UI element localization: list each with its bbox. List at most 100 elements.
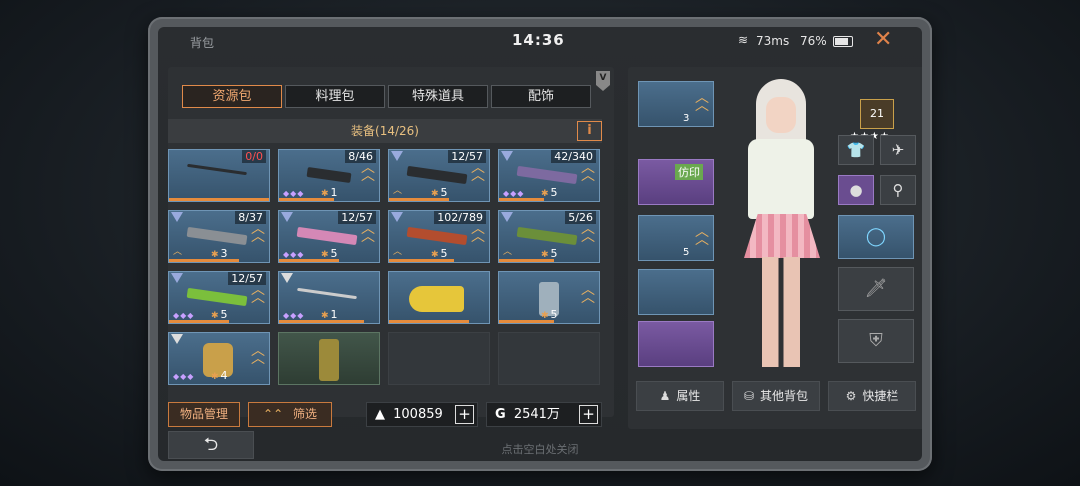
- add-gold-button[interactable]: +: [579, 405, 598, 424]
- armor-slot[interactable]: ︿ ︿ 5: [638, 215, 714, 261]
- battery-icon: [833, 36, 853, 47]
- upgrade-chevron-icon: ︿ ︿: [695, 90, 709, 114]
- quality-badge-icon: [281, 273, 293, 283]
- quality-badge-icon: [171, 212, 183, 222]
- upgrade-chevron-icon: ︿ ︿: [581, 282, 595, 306]
- device-frame: 背包 14:36 ≋ 73ms 76% ✕ 资源包 料理包 特殊道具 配饰 V …: [148, 17, 932, 471]
- durability-bar: [279, 259, 339, 262]
- backpack-slot-icon[interactable]: ●: [838, 175, 874, 205]
- avatar-shirt: [748, 139, 814, 219]
- weapon-slot[interactable]: [638, 269, 714, 315]
- quality-badge-icon: [281, 212, 293, 222]
- shortcut-button[interactable]: ⚙ 快捷栏: [828, 381, 916, 411]
- wifi-icon: ≋: [738, 33, 749, 47]
- item-slot-empty[interactable]: [388, 332, 490, 385]
- item-slot-revolver[interactable]: 8/46 ◆◆◆ ︿︿ 1: [278, 149, 380, 202]
- rarity-dots: ◆◆◆: [283, 250, 305, 259]
- level-badge: 21: [860, 99, 894, 129]
- other-bags-button[interactable]: ⛁ 其他背包: [732, 381, 820, 411]
- item-slot-fishing-rod[interactable]: 0/0: [168, 149, 270, 202]
- scrap-amount: 100859: [393, 407, 443, 422]
- item-slot-empty[interactable]: [498, 332, 600, 385]
- rarity-dots: ◆◆◆: [503, 189, 525, 198]
- imitation-slot[interactable]: 仿印: [638, 159, 714, 205]
- add-scrap-button[interactable]: +: [455, 405, 474, 424]
- rarity-dots: ◆◆◆: [173, 311, 195, 320]
- upgrade-chevron-icon: ︿ ︿: [581, 160, 595, 184]
- knife-slot-icon[interactable]: 🗡: [838, 267, 914, 311]
- pet-slot[interactable]: [638, 321, 714, 367]
- rank-icon: ︿: [393, 247, 403, 257]
- attributes-button[interactable]: ♟ 属性: [636, 381, 724, 411]
- upgrade-chevron-icon: ︿ ︿: [581, 221, 595, 245]
- tab-special-items[interactable]: 特殊道具: [388, 85, 488, 108]
- upgrade-chevron-icon: ︿ ︿: [251, 282, 265, 306]
- item-slot-chainsaw[interactable]: [388, 271, 490, 324]
- tab-resource-pack[interactable]: 资源包: [182, 85, 282, 108]
- armor-level: 5: [683, 247, 690, 258]
- equipment-grid: 0/0 8/46 ◆◆◆ ︿︿ 1 12/57 ︿ ︿︿: [168, 149, 600, 385]
- item-slot-rifle-purple[interactable]: 42/340 ◆◆◆ ︿︿ 5: [498, 149, 600, 202]
- durability-bar: [499, 320, 554, 323]
- shirt-slot-icon[interactable]: 👕: [838, 135, 874, 165]
- item-slot-robot[interactable]: ◆◆◆ ︿︿ 4: [168, 332, 270, 385]
- info-button[interactable]: i: [577, 121, 602, 141]
- helmet-slot[interactable]: ︿ ︿ 3: [638, 81, 714, 127]
- vest-slot-icon[interactable]: ⛨: [838, 319, 914, 363]
- filter-icon: ⌃⌃: [263, 407, 284, 421]
- upgrade-chevron-icon: ︿ ︿: [361, 221, 375, 245]
- filter-button[interactable]: ⌃⌃ 筛选: [248, 402, 332, 427]
- durability-bar: [389, 259, 454, 262]
- drone-slot-icon[interactable]: ✈: [880, 135, 916, 165]
- durability-bar: [169, 259, 239, 262]
- item-slot-crossbow[interactable]: 8/37 ︿ ︿︿ 3: [168, 210, 270, 263]
- durability-bar: [389, 198, 449, 201]
- quality-badge-icon: [391, 212, 403, 222]
- battery-text: 76%: [800, 34, 827, 48]
- ping-text: 73ms: [756, 34, 790, 48]
- rank-icon: ︿: [393, 186, 403, 196]
- avatar-legs: [762, 257, 800, 367]
- version-badge-icon: V: [596, 71, 610, 91]
- bracelet-slot-icon[interactable]: ◯: [838, 215, 914, 259]
- item-slot-canister[interactable]: ︿︿ 5: [498, 271, 600, 324]
- durability-bar: [169, 198, 269, 201]
- tool-slot-icon[interactable]: ⚲: [880, 175, 916, 205]
- item-slot-jar[interactable]: [278, 332, 380, 385]
- user-icon: ♟: [659, 389, 671, 403]
- upgrade-chevron-icon: ︿ ︿: [361, 160, 375, 184]
- item-slot-pink-rifle[interactable]: 12/57 ◆◆◆ ︿︿ 5: [278, 210, 380, 263]
- tab-cooking-pack[interactable]: 料理包: [285, 85, 385, 108]
- crossbow-icon: [186, 226, 248, 246]
- close-hint[interactable]: 点击空白处关闭: [158, 441, 922, 457]
- item-slot-orange-smg[interactable]: 102/789 ︿ ︿︿ 5: [388, 210, 490, 263]
- rank-icon: ︿: [173, 247, 183, 257]
- close-icon[interactable]: ✕: [874, 27, 892, 52]
- chainsaw-icon: [409, 286, 464, 312]
- quality-badge-icon: [501, 151, 513, 161]
- item-slot-camo-rifle[interactable]: 5/26 ︿ ︿︿ 5: [498, 210, 600, 263]
- other-bags-label: 其他背包: [760, 389, 809, 403]
- shortcut-icon: ⚙: [845, 389, 857, 403]
- backpack-tabs: 资源包 料理包 特殊道具 配饰: [182, 85, 591, 108]
- green-rifle-icon: [186, 287, 248, 307]
- item-slot-green-rifle[interactable]: 12/57 ◆◆◆ ︿︿ 5: [168, 271, 270, 324]
- quality-badge-icon: [391, 151, 403, 161]
- item-management-button[interactable]: 物品管理: [168, 402, 240, 427]
- upgrade-chevron-icon: ︿ ︿: [471, 221, 485, 245]
- revolver-icon: [306, 166, 352, 184]
- upgrade-chevron-icon: ︿ ︿: [695, 224, 709, 248]
- durability-bar: [389, 320, 469, 323]
- tab-accessories[interactable]: 配饰: [491, 85, 591, 108]
- game-screen: 背包 14:36 ≋ 73ms 76% ✕ 资源包 料理包 特殊道具 配饰 V …: [158, 27, 922, 461]
- item-slot-katana[interactable]: ◆◆◆ 1: [278, 271, 380, 324]
- quality-badge-icon: [171, 273, 183, 283]
- shotgun-icon: [406, 165, 468, 185]
- helmet-level: 3: [683, 113, 690, 124]
- currency-gold: G 2541万 +: [486, 402, 602, 427]
- rarity-dots: ◆◆◆: [283, 189, 305, 198]
- rank-icon: ︿: [503, 247, 513, 257]
- item-slot-shotgun[interactable]: 12/57 ︿ ︿︿ 5: [388, 149, 490, 202]
- currency-scrap: ▲ 100859 +: [366, 402, 478, 427]
- rifle-icon: [516, 165, 578, 185]
